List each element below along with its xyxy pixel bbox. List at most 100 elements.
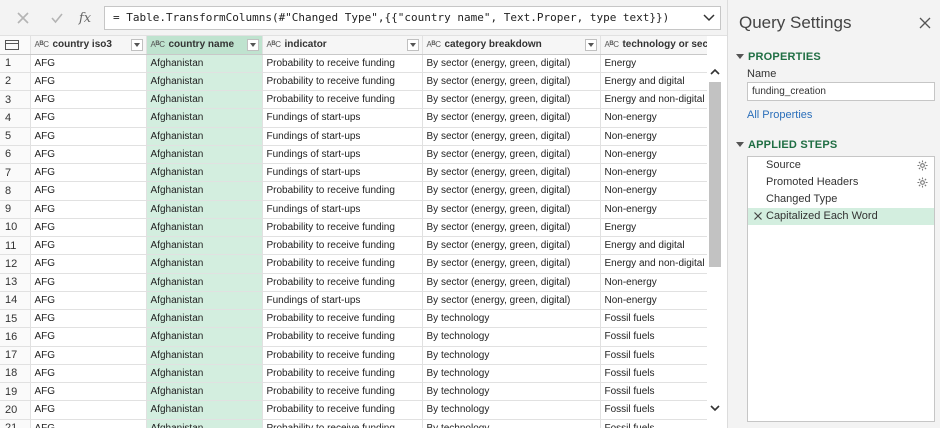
cell-technology-or-sector[interactable]: Non-energy — [600, 108, 707, 128]
cell-country-iso3[interactable]: AFG — [30, 181, 147, 201]
close-icon[interactable] — [918, 16, 932, 30]
row-number[interactable]: 21 — [0, 419, 31, 428]
column-header-indicator[interactable]: ABC indicator — [262, 36, 423, 55]
scrollbar-thumb[interactable] — [709, 82, 721, 267]
cell-country-name[interactable]: Afghanistan — [146, 400, 263, 420]
cell-country-name[interactable]: Afghanistan — [146, 254, 263, 274]
cell-category-breakdown[interactable]: By sector (energy, green, digital) — [422, 200, 601, 219]
cell-country-iso3[interactable]: AFG — [30, 291, 147, 311]
cell-country-iso3[interactable]: AFG — [30, 200, 147, 219]
row-number[interactable]: 7 — [0, 163, 31, 183]
cell-category-breakdown[interactable]: By sector (energy, green, digital) — [422, 127, 601, 146]
cell-indicator[interactable]: Probability to receive funding — [262, 346, 423, 365]
cell-country-name[interactable]: Afghanistan — [146, 54, 263, 73]
cell-technology-or-sector[interactable]: Energy — [600, 218, 707, 238]
cell-category-breakdown[interactable]: By sector (energy, green, digital) — [422, 236, 601, 256]
cell-country-name[interactable]: Afghanistan — [146, 127, 263, 146]
cell-indicator[interactable]: Fundings of start-ups — [262, 291, 423, 311]
cell-country-iso3[interactable]: AFG — [30, 127, 147, 146]
column-header-country-name[interactable]: ABC country name — [146, 36, 263, 55]
applied-step-item[interactable]: Promoted Headers — [748, 174, 934, 191]
cell-country-name[interactable]: Afghanistan — [146, 181, 263, 201]
cell-country-name[interactable]: Afghanistan — [146, 291, 263, 311]
query-name-input[interactable]: funding_creation — [747, 82, 935, 101]
cell-country-name[interactable]: Afghanistan — [146, 145, 263, 165]
cell-technology-or-sector[interactable]: Energy — [600, 54, 707, 73]
cell-technology-or-sector[interactable]: Non-energy — [600, 200, 707, 219]
cell-category-breakdown[interactable]: By technology — [422, 419, 601, 428]
cell-country-iso3[interactable]: AFG — [30, 108, 147, 128]
cell-technology-or-sector[interactable]: Fossil fuels — [600, 419, 707, 428]
cell-category-breakdown[interactable]: By sector (energy, green, digital) — [422, 72, 601, 92]
cell-category-breakdown[interactable]: By sector (energy, green, digital) — [422, 254, 601, 274]
row-number[interactable]: 13 — [0, 273, 31, 292]
gear-icon[interactable] — [917, 160, 928, 171]
cell-country-name[interactable]: Afghanistan — [146, 273, 263, 292]
cell-country-iso3[interactable]: AFG — [30, 218, 147, 238]
cell-country-name[interactable]: Afghanistan — [146, 72, 263, 92]
all-properties-link[interactable]: All Properties — [747, 109, 812, 121]
cell-country-name[interactable]: Afghanistan — [146, 327, 263, 347]
cell-indicator[interactable]: Probability to receive funding — [262, 236, 423, 256]
filter-dropdown-button[interactable] — [584, 39, 597, 51]
cell-country-iso3[interactable]: AFG — [30, 327, 147, 347]
cell-technology-or-sector[interactable]: Non-energy — [600, 145, 707, 165]
row-number[interactable]: 8 — [0, 181, 31, 201]
cell-indicator[interactable]: Probability to receive funding — [262, 309, 423, 329]
cell-country-iso3[interactable]: AFG — [30, 419, 147, 428]
row-number[interactable]: 16 — [0, 327, 31, 347]
cell-category-breakdown[interactable]: By sector (energy, green, digital) — [422, 291, 601, 311]
cell-indicator[interactable]: Fundings of start-ups — [262, 108, 423, 128]
cell-category-breakdown[interactable]: By sector (energy, green, digital) — [422, 108, 601, 128]
cell-country-name[interactable]: Afghanistan — [146, 163, 263, 183]
cell-technology-or-sector[interactable]: Fossil fuels — [600, 327, 707, 347]
cell-indicator[interactable]: Probability to receive funding — [262, 54, 423, 73]
column-header-category-breakdown[interactable]: ABC category breakdown — [422, 36, 601, 55]
cell-category-breakdown[interactable]: By sector (energy, green, digital) — [422, 90, 601, 110]
applied-steps-section-header[interactable]: APPLIED STEPS — [736, 139, 837, 151]
cell-country-name[interactable]: Afghanistan — [146, 346, 263, 365]
cell-indicator[interactable]: Probability to receive funding — [262, 327, 423, 347]
gear-icon[interactable] — [917, 177, 928, 188]
table-menu-button[interactable] — [0, 36, 31, 55]
cell-category-breakdown[interactable]: By technology — [422, 364, 601, 384]
cell-country-iso3[interactable]: AFG — [30, 54, 147, 73]
row-number[interactable]: 1 — [0, 54, 31, 73]
cell-category-breakdown[interactable]: By technology — [422, 346, 601, 365]
row-number[interactable]: 15 — [0, 309, 31, 329]
column-header-country-iso3[interactable]: ABC country iso3 — [30, 36, 147, 55]
cell-country-iso3[interactable]: AFG — [30, 236, 147, 256]
row-number[interactable]: 10 — [0, 218, 31, 238]
cell-category-breakdown[interactable]: By technology — [422, 327, 601, 347]
cell-country-name[interactable]: Afghanistan — [146, 364, 263, 384]
cell-category-breakdown[interactable]: By sector (energy, green, digital) — [422, 181, 601, 201]
row-number[interactable]: 14 — [0, 291, 31, 311]
row-number[interactable]: 6 — [0, 145, 31, 165]
row-number[interactable]: 2 — [0, 72, 31, 92]
cell-category-breakdown[interactable]: By technology — [422, 309, 601, 329]
cell-indicator[interactable]: Probability to receive funding — [262, 181, 423, 201]
cell-indicator[interactable]: Fundings of start-ups — [262, 163, 423, 183]
cell-technology-or-sector[interactable]: Energy and non-digital — [600, 254, 707, 274]
cell-country-name[interactable]: Afghanistan — [146, 108, 263, 128]
cell-technology-or-sector[interactable]: Fossil fuels — [600, 309, 707, 329]
cell-category-breakdown[interactable]: By sector (energy, green, digital) — [422, 218, 601, 238]
row-number[interactable]: 11 — [0, 236, 31, 256]
cell-technology-or-sector[interactable]: Energy and digital — [600, 236, 707, 256]
cell-country-name[interactable]: Afghanistan — [146, 90, 263, 110]
cell-technology-or-sector[interactable]: Energy and digital — [600, 72, 707, 92]
chevron-up-icon[interactable] — [709, 66, 721, 78]
cell-country-iso3[interactable]: AFG — [30, 400, 147, 420]
cell-indicator[interactable]: Probability to receive funding — [262, 364, 423, 384]
row-number[interactable]: 4 — [0, 108, 31, 128]
cell-indicator[interactable]: Probability to receive funding — [262, 400, 423, 420]
cell-technology-or-sector[interactable]: Fossil fuels — [600, 400, 707, 420]
cell-category-breakdown[interactable]: By sector (energy, green, digital) — [422, 54, 601, 73]
cell-country-iso3[interactable]: AFG — [30, 309, 147, 329]
confirm-formula-button[interactable] — [44, 6, 70, 30]
delete-step-icon[interactable] — [753, 211, 763, 221]
cell-technology-or-sector[interactable]: Fossil fuels — [600, 382, 707, 402]
cell-category-breakdown[interactable]: By sector (energy, green, digital) — [422, 163, 601, 183]
row-number[interactable]: 9 — [0, 200, 31, 219]
vertical-scrollbar[interactable] — [707, 56, 723, 428]
